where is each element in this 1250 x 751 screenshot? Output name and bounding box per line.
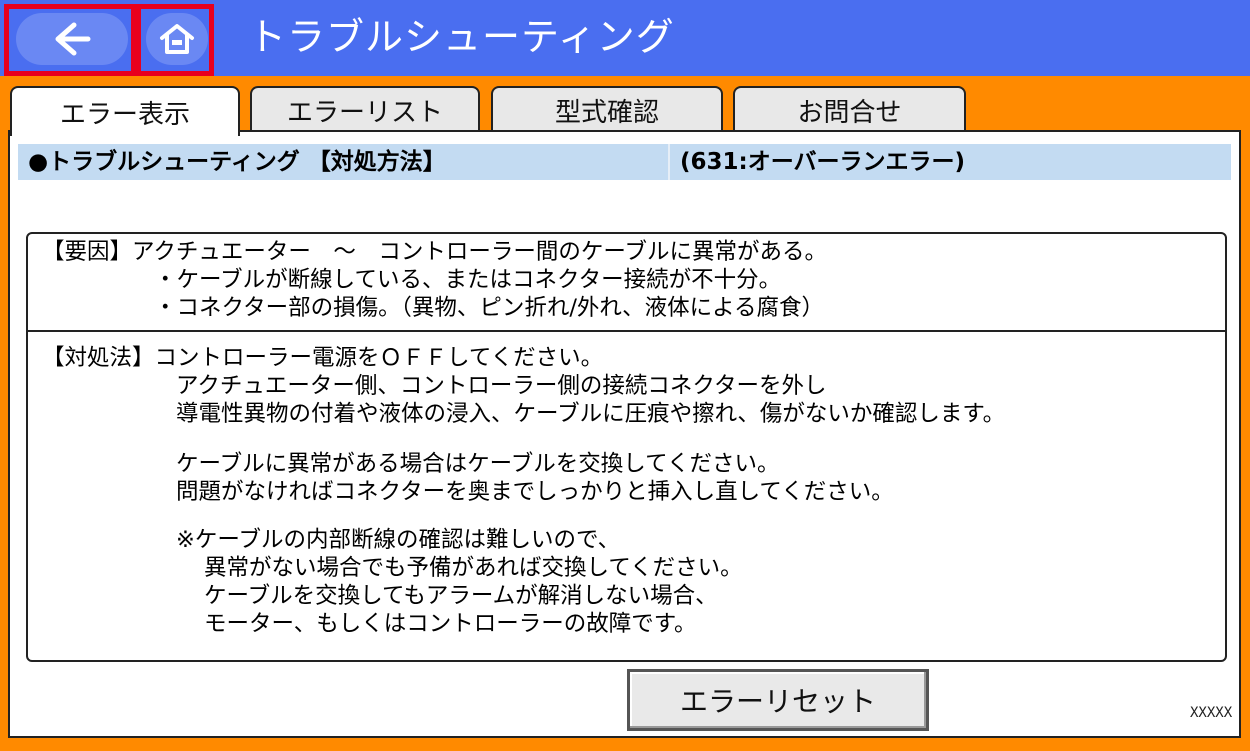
remedy-line: 導電性異物の付着や液体の浸入、ケーブルに圧痕や擦れ、傷がないか確認します。 xyxy=(176,401,1006,427)
status-divider xyxy=(668,144,670,180)
remedy-heading: 【対処法】コントローラー電源をＯＦＦしてください。 xyxy=(42,345,604,371)
remedy-note: モーター、もしくはコントローラーの故障です。 xyxy=(204,611,697,637)
remedy-line: ケーブルに異常がある場合はケーブルを交換してください。 xyxy=(176,451,780,477)
tab-contact[interactable]: お問合せ xyxy=(733,86,966,132)
remedy-note: 異常がない場合でも予備があれば交換してください。 xyxy=(204,555,743,581)
highlight-divider xyxy=(131,4,141,76)
remedy-note: ケーブルを交換してもアラームが解消しない場合、 xyxy=(204,583,718,609)
title-bar: トラブルシューティング xyxy=(0,0,1250,76)
tab-model-check[interactable]: 型式確認 xyxy=(491,86,723,132)
remedy-note: ※ケーブルの内部断線の確認は難しいので、 xyxy=(176,527,621,553)
tab-error-display[interactable]: エラー表示 xyxy=(10,86,240,136)
cause-heading: 【要因】アクチュエーター ～ コントローラー間のケーブルに異常がある。 xyxy=(42,239,828,265)
cause-item: ・コネクター部の損傷。（異物、ピン折れ/外れ、液体による腐食） xyxy=(154,295,824,321)
tab-error-list[interactable]: エラーリスト xyxy=(250,86,480,132)
error-code: (631:オーバーランエラー) xyxy=(680,149,966,175)
detail-box: 【要因】アクチュエーター ～ コントローラー間のケーブルに異常がある。 ・ケーブ… xyxy=(26,232,1227,662)
cause-item: ・ケーブルが断線している、またはコネクター接続が不十分。 xyxy=(154,267,782,293)
highlight-box xyxy=(4,4,214,76)
error-reset-button[interactable]: エラーリセット xyxy=(627,669,929,731)
remedy-line: アクチュエーター側、コントローラー側の接続コネクターを外し xyxy=(176,373,827,399)
code-label: XXXXX xyxy=(1190,705,1233,721)
cause-section: 【要因】アクチュエーター ～ コントローラー間のケーブルに異常がある。 ・ケーブ… xyxy=(28,234,1225,332)
status-heading: ●トラブルシューティング 【対処方法】 xyxy=(28,149,446,175)
content-panel: ●トラブルシューティング 【対処方法】 (631:オーバーランエラー) 【要因】… xyxy=(8,130,1241,738)
page-title: トラブルシューティング xyxy=(248,15,675,59)
remedy-line: 問題がなければコネクターを奥までしっかりと挿入し直してください。 xyxy=(176,479,894,505)
status-bar: ●トラブルシューティング 【対処方法】 (631:オーバーランエラー) xyxy=(18,144,1231,180)
